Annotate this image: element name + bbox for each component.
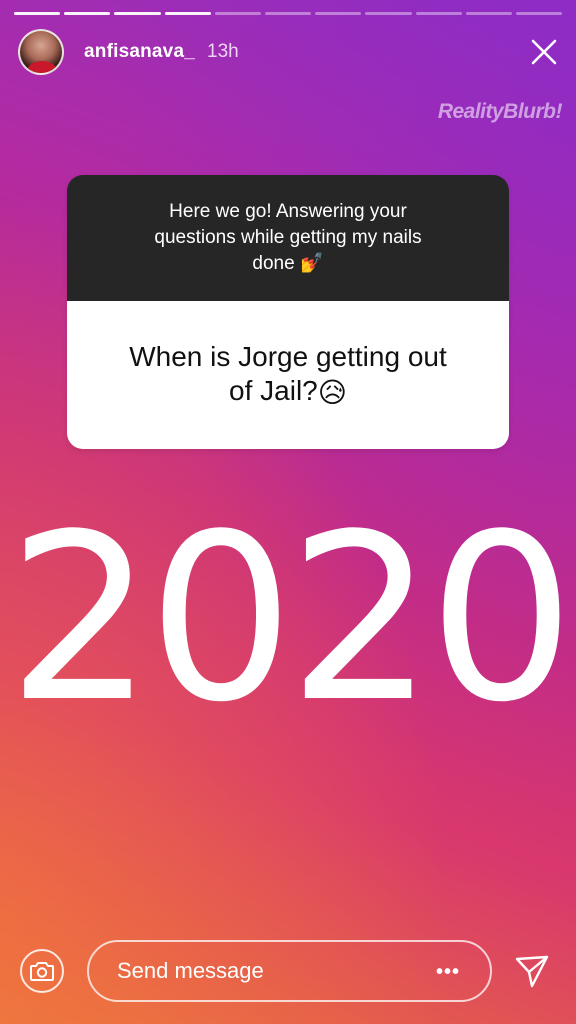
progress-segment [365, 12, 412, 15]
story-footer: Send message ••• [0, 940, 576, 1002]
question-sticker[interactable]: Here we go! Answering your questions whi… [67, 175, 509, 449]
sticker-prompt-line1: Here we go! Answering your [169, 200, 407, 222]
progress-segment [64, 12, 111, 15]
message-placeholder: Send message [117, 958, 264, 983]
send-icon[interactable] [514, 953, 550, 989]
progress-segment [264, 12, 312, 15]
sticker-question-line2: of Jail? [229, 375, 318, 407]
progress-segment [465, 12, 512, 15]
progress-segment [214, 12, 261, 15]
sticker-prompt-area: Here we go! Answering your questions whi… [67, 175, 509, 301]
watermark-logo: RealityBlurb! [437, 100, 563, 123]
message-input[interactable]: Send message ••• [87, 940, 492, 1002]
story-header: anfisanava_ 13h [18, 28, 562, 76]
progress-segment [415, 12, 462, 15]
answer-text: 2020 [7, 486, 574, 753]
more-options-icon[interactable]: ••• [436, 961, 460, 984]
story-progress-bar [14, 12, 563, 15]
sad-face-emoji: 😥 [317, 376, 347, 408]
username[interactable]: anfisanava_ [84, 41, 195, 63]
progress-segment [164, 12, 211, 15]
sticker-question: When is Jorge getting out of Jail?😥 [129, 340, 447, 410]
avatar[interactable] [18, 29, 64, 75]
progress-segment [114, 12, 161, 15]
time-ago: 13h [207, 41, 239, 62]
progress-segment [315, 12, 362, 15]
camera-icon [30, 962, 54, 981]
sticker-prompt: Here we go! Answering your questions whi… [154, 199, 421, 277]
sticker-prompt-line3: done [252, 253, 295, 274]
sticker-prompt-line2: questions while getting my nails [154, 226, 422, 248]
progress-segment [14, 12, 61, 15]
sticker-question-area: When is Jorge getting out of Jail?😥 [67, 301, 509, 449]
sticker-question-line1: When is Jorge getting out [129, 341, 447, 373]
camera-button[interactable] [20, 949, 64, 993]
close-icon[interactable] [528, 36, 560, 68]
progress-segment [515, 12, 563, 15]
story-view[interactable]: anfisanava_ 13h RealityBlurb! Here we go… [0, 0, 576, 1024]
nail-polish-emoji: 💅 [299, 252, 324, 274]
